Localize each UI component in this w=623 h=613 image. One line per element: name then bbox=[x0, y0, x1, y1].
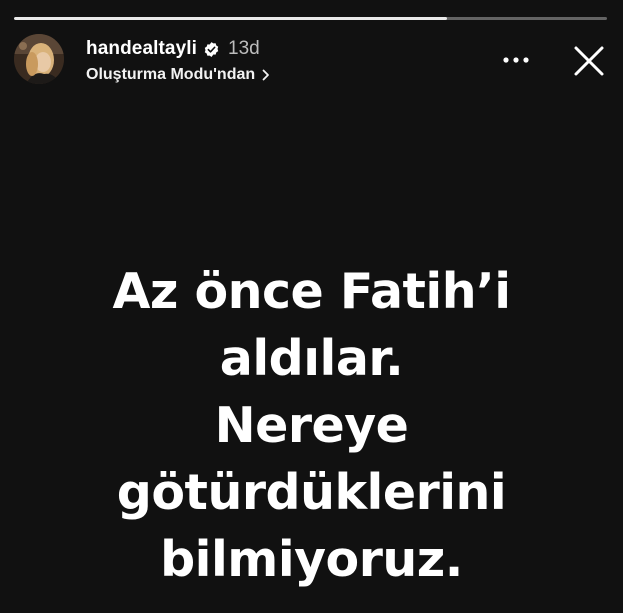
close-icon bbox=[574, 46, 604, 76]
more-horizontal-icon bbox=[503, 57, 529, 63]
story-text-line: Nereye bbox=[214, 397, 409, 454]
chevron-right-icon bbox=[262, 69, 270, 81]
close-button[interactable] bbox=[571, 43, 607, 79]
story-text-line: götürdüklerini bbox=[116, 464, 507, 521]
story-time-ago: 13d bbox=[228, 38, 260, 59]
username[interactable]: handealtayli bbox=[86, 38, 197, 60]
more-options-button[interactable] bbox=[499, 48, 533, 72]
story-progress-bar bbox=[14, 17, 607, 20]
story-text-line: Az önce Fatih’i bbox=[112, 263, 511, 320]
avatar-photo bbox=[14, 34, 64, 84]
creation-mode-link[interactable]: Oluşturma Modu'ndan bbox=[86, 66, 271, 84]
creation-mode-label: Oluşturma Modu'ndan bbox=[86, 66, 256, 83]
story-progress-fill bbox=[14, 17, 447, 20]
story-user-info: handealtayli 13d Oluşturma Modu'ndan bbox=[86, 37, 271, 84]
story-text-line: aldılar. bbox=[219, 330, 404, 387]
verified-badge-icon bbox=[204, 41, 219, 57]
story-header: handealtayli 13d Oluşturma Modu'ndan bbox=[14, 34, 607, 90]
story-text-line: bilmiyoruz. bbox=[160, 531, 463, 588]
story-text: Az önce Fatih’i aldılar. Nereye götürdük… bbox=[0, 258, 623, 593]
avatar[interactable] bbox=[14, 34, 64, 84]
